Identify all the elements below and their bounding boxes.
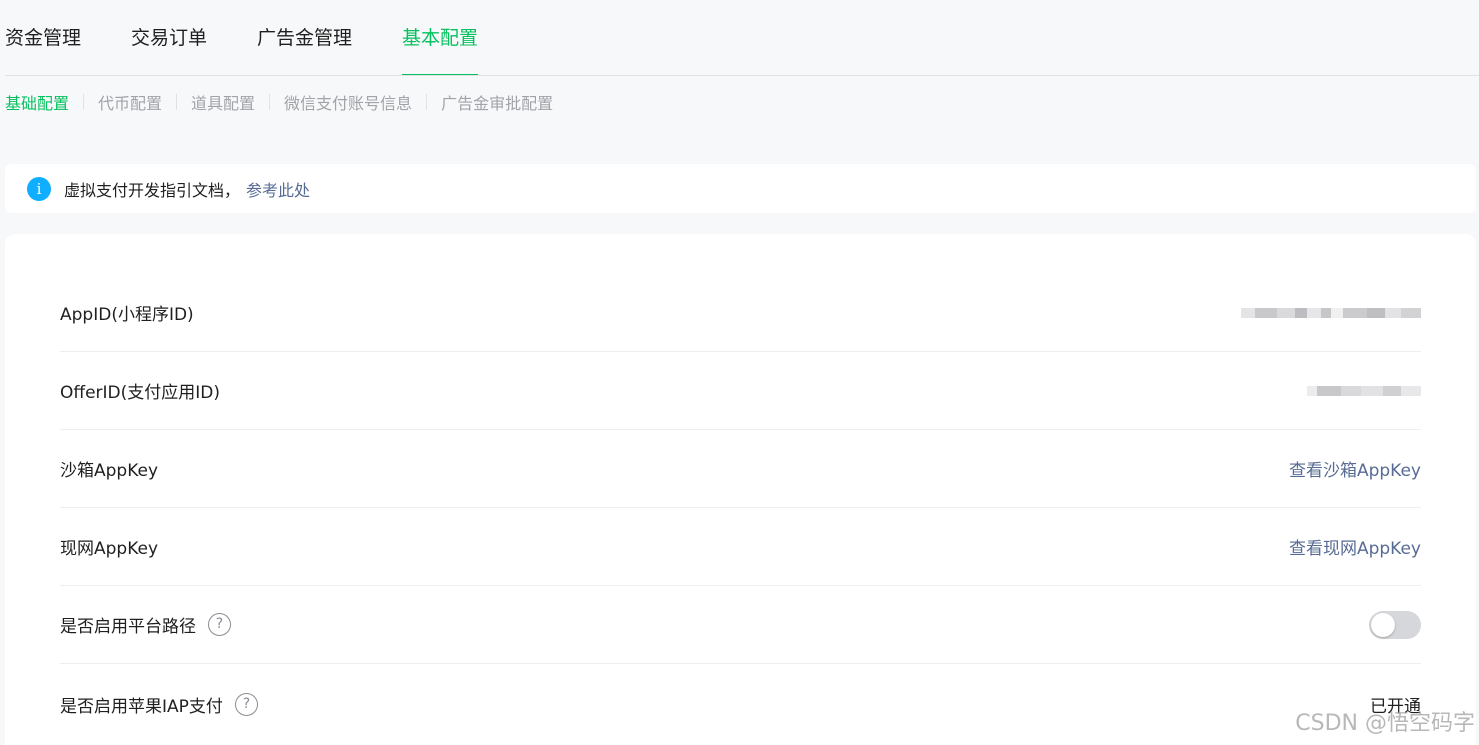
live-appkey-label: 现网AppKey bbox=[60, 539, 159, 559]
sub-tabs: 基础配置 代币配置 道具配置 微信支付账号信息 广告金审批配置 bbox=[5, 88, 553, 116]
subtab-divider bbox=[176, 94, 178, 110]
notice-doc-link[interactable]: 参考此处 bbox=[246, 177, 310, 201]
subtab-wechat-pay-account[interactable]: 微信支付账号信息 bbox=[284, 90, 412, 114]
offerid-label-wrap: OfferID(支付应用ID) bbox=[60, 378, 220, 403]
top-tabs-divider bbox=[5, 75, 1479, 76]
view-sandbox-appkey-link[interactable]: 查看沙箱AppKey bbox=[1289, 456, 1421, 481]
subtab-item-config[interactable]: 道具配置 bbox=[191, 90, 255, 114]
top-tabs: 资金管理 交易订单 广告金管理 基本配置 bbox=[5, 0, 528, 76]
apple-iap-status: 已开通 bbox=[1370, 696, 1421, 717]
subtab-divider bbox=[269, 94, 271, 110]
config-list: AppID(小程序ID) OfferID(支付应用ID) 沙箱AppKey 查看… bbox=[60, 274, 1421, 744]
tab-fund-management[interactable]: 资金管理 bbox=[5, 0, 81, 76]
apple-iap-label: 是否启用苹果IAP支付 bbox=[60, 696, 223, 717]
sandbox-appkey-label: 沙箱AppKey bbox=[60, 461, 159, 481]
platform-path-row: 是否启用平台路径 ? bbox=[60, 586, 1421, 664]
help-icon[interactable]: ? bbox=[234, 692, 258, 716]
platform-path-label: 是否启用平台路径 bbox=[60, 617, 196, 637]
offerid-label: OfferID(支付应用ID) bbox=[60, 383, 221, 403]
page: 资金管理 交易订单 广告金管理 基本配置 基础配置 代币配置 道具配置 微信支付… bbox=[0, 0, 1479, 745]
tab-trade-orders[interactable]: 交易订单 bbox=[131, 0, 207, 76]
appid-label: AppID(小程序ID) bbox=[60, 305, 194, 325]
toggle-knob bbox=[1371, 612, 1395, 637]
appid-label-wrap: AppID(小程序ID) bbox=[60, 300, 194, 325]
offerid-value-masked bbox=[1307, 385, 1421, 396]
notice-text: 虚拟支付开发指引文档， bbox=[64, 180, 241, 200]
subtab-divider bbox=[426, 94, 428, 110]
subtab-token-config[interactable]: 代币配置 bbox=[98, 90, 162, 114]
sandbox-label-wrap: 沙箱AppKey bbox=[60, 456, 158, 481]
subtab-ad-fund-approval[interactable]: 广告金审批配置 bbox=[441, 90, 553, 114]
appid-value-masked bbox=[1241, 307, 1421, 318]
tab-ad-fund-management[interactable]: 广告金管理 bbox=[257, 0, 352, 76]
notice-bar: i 虚拟支付开发指引文档， 参考此处 bbox=[5, 164, 1476, 213]
config-card: AppID(小程序ID) OfferID(支付应用ID) 沙箱AppKey 查看… bbox=[5, 234, 1476, 745]
iap-label-wrap: 是否启用苹果IAP支付 ? bbox=[60, 692, 258, 717]
info-icon: i bbox=[27, 176, 51, 201]
appid-row: AppID(小程序ID) bbox=[60, 274, 1421, 352]
view-live-appkey-link[interactable]: 查看现网AppKey bbox=[1289, 534, 1421, 559]
subtab-divider bbox=[83, 94, 85, 110]
apple-iap-row: 是否启用苹果IAP支付 ? 已开通 bbox=[60, 664, 1421, 744]
help-icon[interactable]: ? bbox=[208, 613, 231, 636]
live-appkey-row: 现网AppKey 查看现网AppKey bbox=[60, 508, 1421, 586]
platform-path-label-wrap: 是否启用平台路径 ? bbox=[60, 612, 231, 637]
offerid-row: OfferID(支付应用ID) bbox=[60, 352, 1421, 430]
live-label-wrap: 现网AppKey bbox=[60, 534, 158, 559]
platform-path-toggle[interactable] bbox=[1369, 610, 1421, 639]
subtab-base-config[interactable]: 基础配置 bbox=[5, 90, 69, 114]
tab-basic-config[interactable]: 基本配置 bbox=[402, 0, 479, 76]
sandbox-appkey-row: 沙箱AppKey 查看沙箱AppKey bbox=[60, 430, 1421, 508]
